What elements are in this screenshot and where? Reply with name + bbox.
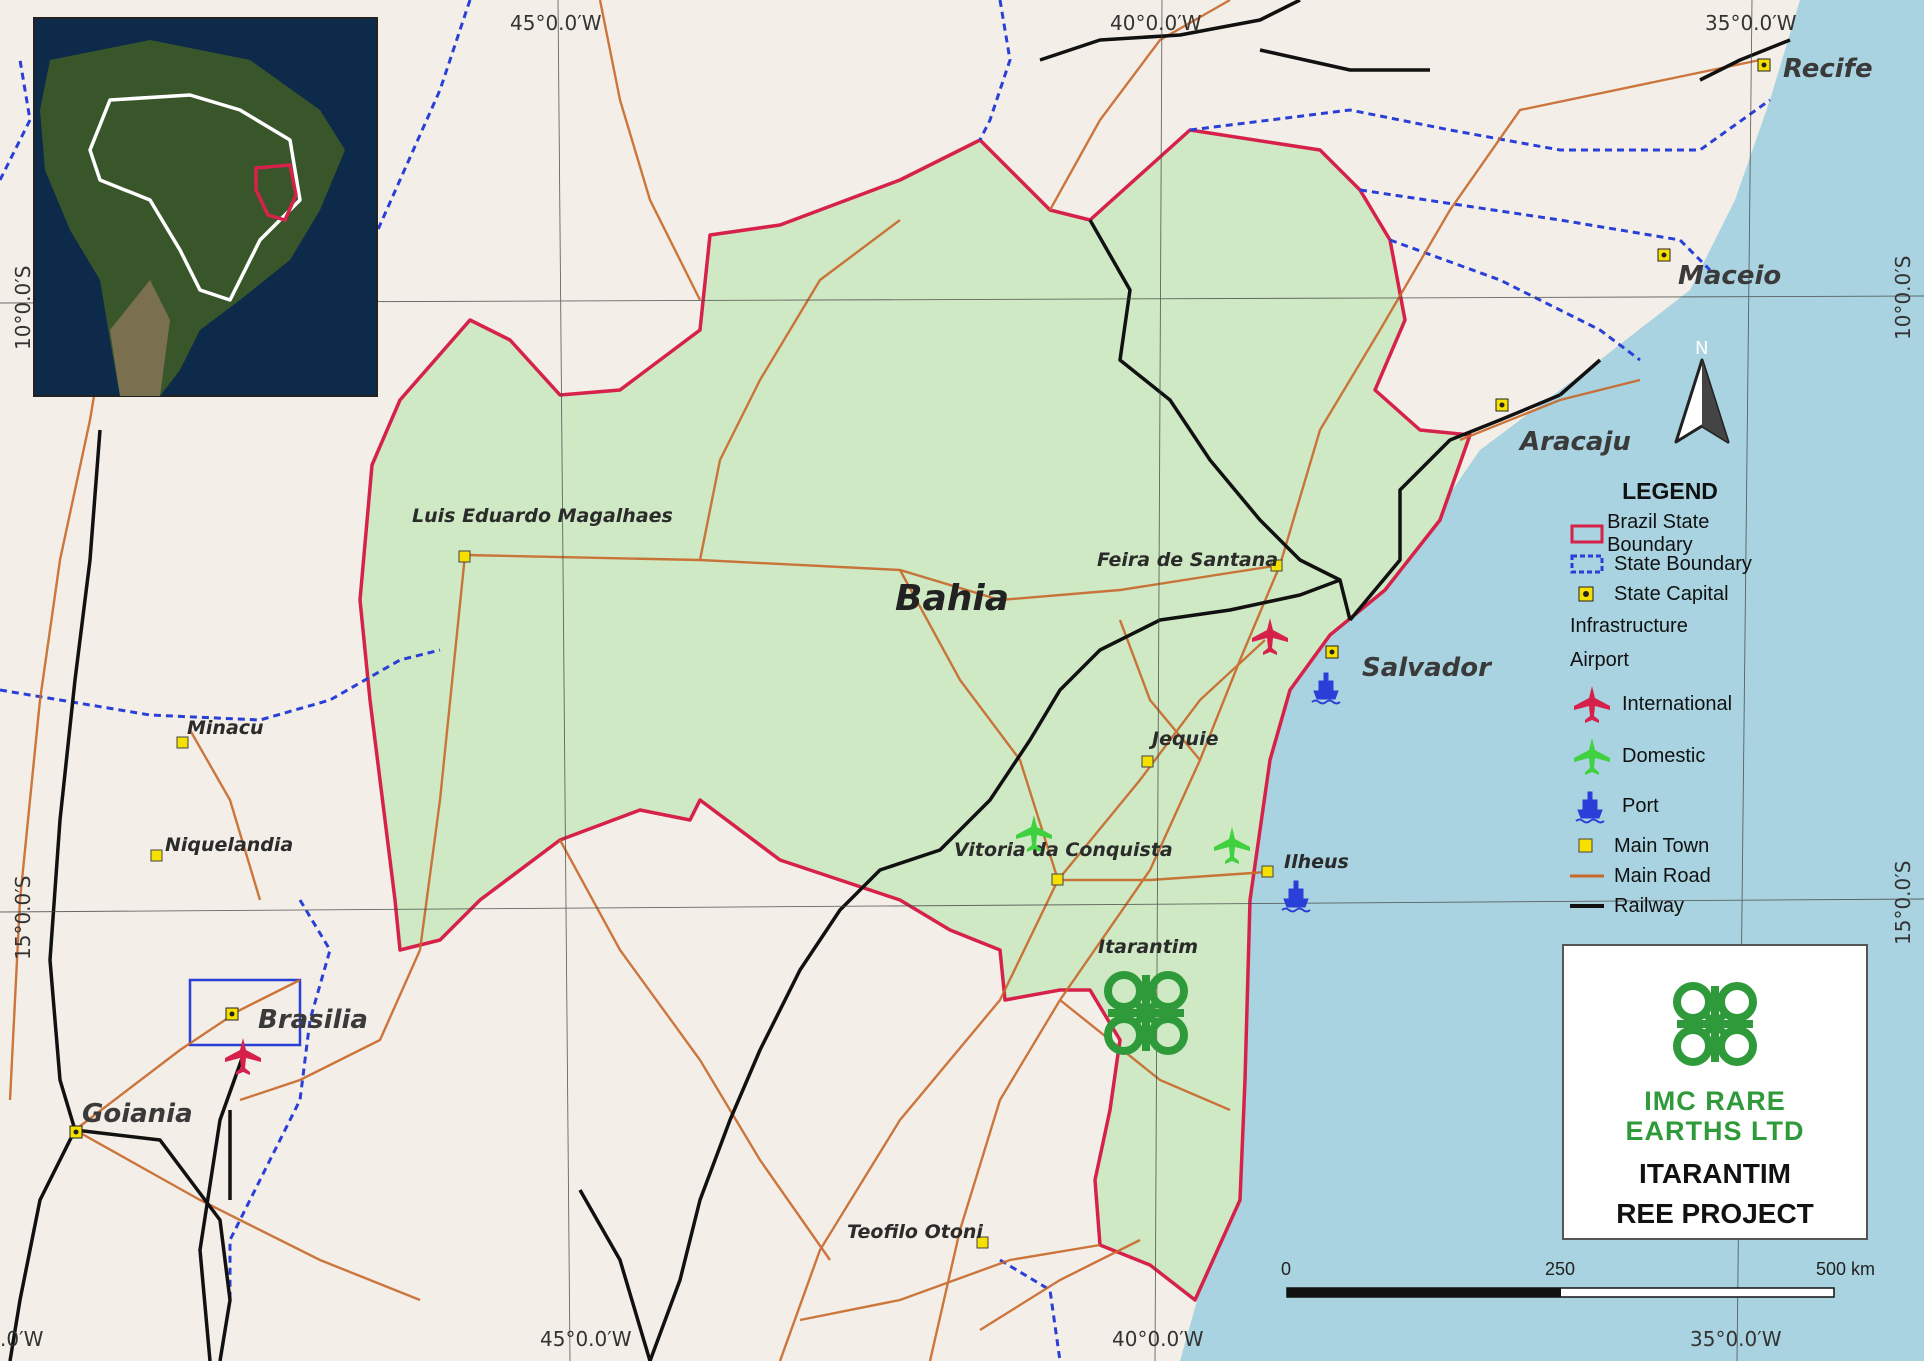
legend-heading-infrastructure: Infrastructure: [1570, 614, 1688, 637]
label-jequie: Jequie: [1148, 728, 1219, 750]
project-name-line2: REE PROJECT: [1616, 1198, 1814, 1229]
ship-icon: [1570, 791, 1622, 824]
company-name-line1: IMC RARE: [1644, 1086, 1786, 1116]
legend-item-main-town: Main Town: [1570, 831, 1770, 861]
company-logo-icon: [1564, 974, 1866, 1074]
label-vitoria: Vitoria da Conquista: [954, 839, 1173, 861]
black-line-icon: [1570, 895, 1614, 917]
label-salvador: Salvador: [1362, 653, 1493, 683]
north-label: N: [1695, 338, 1708, 359]
legend-label: Port: [1622, 794, 1659, 817]
company-logo-box: IMC RARE EARTHS LTD ITARANTIM REE PROJEC…: [1562, 944, 1868, 1240]
label-niquelandia: Niquelandia: [165, 834, 293, 856]
label-teofilo: Teofilo Otoni: [847, 1221, 983, 1243]
grid-label-right-2: 15°0.0′S: [1891, 861, 1915, 946]
legend-label: Main Town: [1614, 834, 1710, 857]
legend-item-main-road: Main Road: [1570, 861, 1770, 891]
label-goiania: Goiania: [82, 1099, 193, 1129]
label-bahia: Bahia: [895, 578, 1009, 619]
label-luis-eduardo: Luis Eduardo Magalhaes: [412, 505, 673, 527]
scale-label-0: 0: [1281, 1259, 1291, 1279]
grid-label-bottom-1: 45°0.0′W: [540, 1327, 632, 1351]
legend-item-domestic: Domestic: [1570, 731, 1770, 781]
inset-overview-map: [33, 17, 378, 397]
grid-label-top-1: 45°0.0′W: [510, 11, 602, 35]
legend-item-international: International: [1570, 677, 1770, 731]
grid-label-bottom-3: 35°0.0′W: [1690, 1327, 1782, 1351]
grid-label-bottom-0: .0′W: [0, 1327, 44, 1351]
legend-label: Railway: [1614, 894, 1685, 917]
state-capital-icon: [1570, 583, 1614, 605]
scale-label-250: 250: [1545, 1259, 1575, 1279]
blue-dashed-rect-icon: [1570, 553, 1614, 575]
grid-label-bottom-2: 40°0.0′W: [1112, 1327, 1204, 1351]
legend-item-port: Port: [1570, 781, 1770, 831]
yellow-square-icon: [1570, 835, 1614, 857]
orange-line-icon: [1570, 865, 1614, 887]
red-outline-rect-icon: [1570, 523, 1607, 545]
legend-label: Main Road: [1614, 864, 1711, 887]
legend-label: International: [1622, 692, 1733, 715]
label-recife: Recife: [1783, 54, 1873, 84]
grid-label-top-2: 40°0.0′W: [1110, 11, 1202, 35]
label-feira: Feira de Santana: [1097, 549, 1278, 571]
label-maceio: Maceio: [1678, 261, 1781, 291]
legend-item-brazil-state-boundary: Brazil State Boundary: [1570, 511, 1770, 556]
scale-bar: [1286, 1287, 1835, 1298]
legend-title: LEGEND: [1622, 478, 1718, 504]
grid-label-right-1: 10°0.0′S: [1891, 256, 1915, 341]
legend-item-railway: Railway: [1570, 891, 1770, 921]
label-itarantim: Itarantim: [1098, 936, 1198, 958]
legend-label: Domestic: [1622, 744, 1706, 767]
company-name-line2: EARTHS LTD: [1625, 1116, 1805, 1146]
legend-heading-airport: Airport: [1570, 648, 1629, 671]
label-aracaju: Aracaju: [1518, 427, 1631, 457]
grid-label-left-2: 15°0.0′S: [11, 876, 35, 961]
label-brasilia: Brasilia: [258, 1005, 368, 1035]
legend-label: State Boundary: [1614, 552, 1752, 575]
red-plane-icon: [1570, 686, 1622, 723]
grid-label-top-3: 35°0.0′W: [1705, 11, 1797, 35]
legend-label: Brazil State Boundary: [1607, 511, 1710, 556]
label-minacu: Minacu: [187, 717, 264, 739]
legend-label: State Capital: [1614, 582, 1729, 605]
legend: LEGEND Brazil State Boundary State Bound…: [1570, 478, 1770, 921]
green-plane-icon: [1570, 738, 1622, 775]
label-ilheus: Ilheus: [1284, 851, 1349, 873]
legend-item-state-boundary: State Boundary: [1570, 549, 1770, 579]
project-name-line1: ITARANTIM: [1639, 1158, 1791, 1189]
grid-label-left-1: 10°0.0′S: [11, 266, 35, 351]
scale-label-500: 500 km: [1816, 1259, 1875, 1279]
legend-item-state-capital: State Capital: [1570, 579, 1770, 609]
